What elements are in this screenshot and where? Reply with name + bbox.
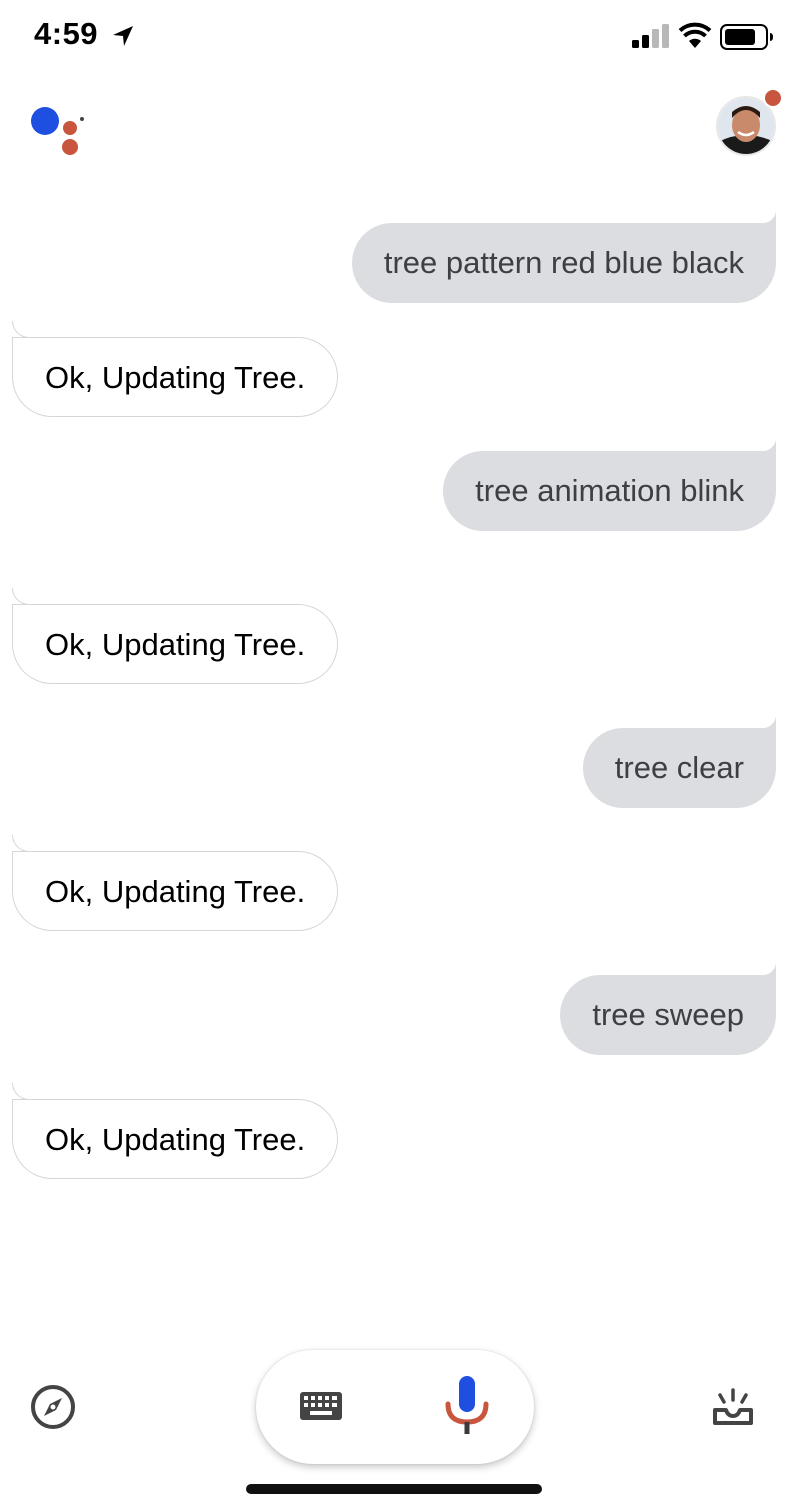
- battery-icon: [720, 24, 773, 50]
- location-arrow-icon: [113, 26, 133, 46]
- keyboard-icon[interactable]: [300, 1392, 342, 1420]
- user-message: tree clear: [582, 714, 777, 808]
- input-pill: [256, 1350, 534, 1464]
- notification-dot: [763, 88, 783, 108]
- microphone-icon[interactable]: [444, 1376, 490, 1436]
- wifi-icon: [678, 22, 712, 48]
- user-message: tree sweep: [560, 961, 776, 1055]
- user-message: tree animation blink: [443, 437, 776, 531]
- assistant-message: Ok, Updating Tree.: [11, 835, 339, 931]
- home-indicator[interactable]: [246, 1484, 542, 1494]
- user-message: tree pattern red blue black: [351, 209, 777, 303]
- assistant-logo[interactable]: [30, 106, 86, 158]
- status-time: 4:59: [34, 16, 99, 51]
- assistant-message: Ok, Updating Tree.: [11, 588, 339, 684]
- updates-tray-icon[interactable]: [712, 1388, 754, 1426]
- assistant-message: Ok, Updating Tree.: [11, 321, 339, 417]
- avatar-photo: [718, 98, 774, 154]
- assistant-message: Ok, Updating Tree.: [11, 1083, 339, 1179]
- explore-compass-icon[interactable]: [30, 1384, 76, 1430]
- cellular-signal-icon: [632, 24, 669, 48]
